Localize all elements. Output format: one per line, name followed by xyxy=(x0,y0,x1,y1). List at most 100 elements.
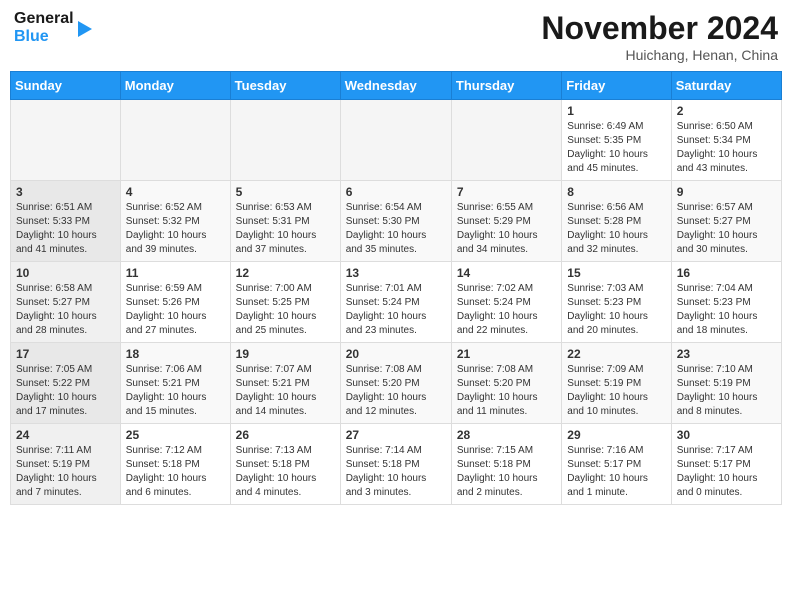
day-number: 5 xyxy=(236,185,335,199)
day-number: 22 xyxy=(567,347,665,361)
day-info: Sunrise: 7:03 AM Sunset: 5:23 PM Dayligh… xyxy=(567,282,665,338)
calendar-week-row: 1 Sunrise: 6:49 AM Sunset: 5:35 PM Daylig… xyxy=(11,100,782,181)
day-number: 15 xyxy=(567,266,665,280)
calendar-day-cell: 25 Sunrise: 7:12 AM Sunset: 5:18 PM Dayli… xyxy=(120,424,230,505)
day-info: Sunrise: 7:07 AM Sunset: 5:21 PM Dayligh… xyxy=(236,363,335,419)
day-info: Sunrise: 6:58 AM Sunset: 5:27 PM Dayligh… xyxy=(16,282,115,338)
day-info: Sunrise: 7:15 AM Sunset: 5:18 PM Dayligh… xyxy=(457,444,556,500)
logo-general-text: General xyxy=(14,10,74,28)
day-info: Sunrise: 7:14 AM Sunset: 5:18 PM Dayligh… xyxy=(346,444,446,500)
day-number: 4 xyxy=(126,185,225,199)
day-number: 27 xyxy=(346,428,446,442)
calendar-day-cell: 3Sunrise: 6:51 AM Sunset: 5:33 PM Daylig… xyxy=(11,181,121,262)
calendar-day-cell: 21Sunrise: 7:08 AM Sunset: 5:20 PM Dayli… xyxy=(451,343,561,424)
day-info: Sunrise: 6:53 AM Sunset: 5:31 PM Dayligh… xyxy=(236,201,335,257)
day-number: 12 xyxy=(236,266,335,280)
day-number: 18 xyxy=(126,347,225,361)
calendar-week-row: 17Sunrise: 7:05 AM Sunset: 5:22 PM Dayli… xyxy=(11,343,782,424)
calendar-day-cell: 18 Sunrise: 7:06 AM Sunset: 5:21 PM Dayli… xyxy=(120,343,230,424)
calendar-day-cell: 7 Sunrise: 6:55 AM Sunset: 5:29 PM Daylig… xyxy=(451,181,561,262)
calendar-day-cell: 10Sunrise: 6:58 AM Sunset: 5:27 PM Dayli… xyxy=(11,262,121,343)
day-info: Sunrise: 7:06 AM Sunset: 5:21 PM Dayligh… xyxy=(126,363,225,419)
day-info: Sunrise: 6:52 AM Sunset: 5:32 PM Dayligh… xyxy=(126,201,225,257)
logo-blue-text: Blue xyxy=(14,28,74,46)
day-info: Sunrise: 6:50 AM Sunset: 5:34 PM Dayligh… xyxy=(677,120,776,176)
calendar-day-cell: 20 Sunrise: 7:08 AM Sunset: 5:20 PM Dayli… xyxy=(340,343,451,424)
calendar-day-cell: 5 Sunrise: 6:53 AM Sunset: 5:31 PM Daylig… xyxy=(230,181,340,262)
day-info: Sunrise: 7:00 AM Sunset: 5:25 PM Dayligh… xyxy=(236,282,335,338)
day-number: 25 xyxy=(126,428,225,442)
day-of-week-header: Thursday xyxy=(451,72,561,100)
calendar-day-cell: 22 Sunrise: 7:09 AM Sunset: 5:19 PM Dayli… xyxy=(562,343,671,424)
day-info: Sunrise: 7:17 AM Sunset: 5:17 PM Dayligh… xyxy=(677,444,776,500)
day-of-week-header: Saturday xyxy=(671,72,781,100)
day-info: Sunrise: 6:56 AM Sunset: 5:28 PM Dayligh… xyxy=(567,201,665,257)
day-number: 9 xyxy=(677,185,776,199)
day-number: 2 xyxy=(677,104,776,118)
day-info: Sunrise: 7:11 AM Sunset: 5:19 PM Dayligh… xyxy=(16,444,115,500)
calendar-day-cell: 11 Sunrise: 6:59 AM Sunset: 5:26 PM Dayli… xyxy=(120,262,230,343)
month-year-title: November 2024 xyxy=(541,10,778,47)
calendar-body: 1 Sunrise: 6:49 AM Sunset: 5:35 PM Daylig… xyxy=(11,100,782,505)
day-number: 16 xyxy=(677,266,776,280)
calendar-day-cell: 17Sunrise: 7:05 AM Sunset: 5:22 PM Dayli… xyxy=(11,343,121,424)
calendar-day-cell: 27 Sunrise: 7:14 AM Sunset: 5:18 PM Dayli… xyxy=(340,424,451,505)
day-info: Sunrise: 7:08 AM Sunset: 5:20 PM Dayligh… xyxy=(346,363,446,419)
day-number: 20 xyxy=(346,347,446,361)
days-of-week-row: SundayMondayTuesdayWednesdayThursdayFrid… xyxy=(11,72,782,100)
calendar-day-cell: 16Sunrise: 7:04 AM Sunset: 5:23 PM Dayli… xyxy=(671,262,781,343)
calendar-day-cell: 28Sunrise: 7:15 AM Sunset: 5:18 PM Dayli… xyxy=(451,424,561,505)
day-info: Sunrise: 6:55 AM Sunset: 5:29 PM Dayligh… xyxy=(457,201,556,257)
day-info: Sunrise: 6:51 AM Sunset: 5:33 PM Dayligh… xyxy=(16,201,115,257)
day-number: 17 xyxy=(16,347,115,361)
day-number: 1 xyxy=(567,104,665,118)
day-info: Sunrise: 6:49 AM Sunset: 5:35 PM Dayligh… xyxy=(567,120,665,176)
calendar-table: SundayMondayTuesdayWednesdayThursdayFrid… xyxy=(10,71,782,505)
day-number: 14 xyxy=(457,266,556,280)
calendar-week-row: 10Sunrise: 6:58 AM Sunset: 5:27 PM Dayli… xyxy=(11,262,782,343)
calendar-day-cell: 12 Sunrise: 7:00 AM Sunset: 5:25 PM Dayli… xyxy=(230,262,340,343)
calendar-day-cell: 2 Sunrise: 6:50 AM Sunset: 5:34 PM Daylig… xyxy=(671,100,781,181)
day-info: Sunrise: 6:57 AM Sunset: 5:27 PM Dayligh… xyxy=(677,201,776,257)
day-number: 29 xyxy=(567,428,665,442)
day-of-week-header: Tuesday xyxy=(230,72,340,100)
day-info: Sunrise: 6:54 AM Sunset: 5:30 PM Dayligh… xyxy=(346,201,446,257)
day-number: 19 xyxy=(236,347,335,361)
calendar-day-cell: 24 Sunrise: 7:11 AM Sunset: 5:19 PM Dayli… xyxy=(11,424,121,505)
day-number: 6 xyxy=(346,185,446,199)
calendar-week-row: 24 Sunrise: 7:11 AM Sunset: 5:19 PM Dayli… xyxy=(11,424,782,505)
day-info: Sunrise: 7:13 AM Sunset: 5:18 PM Dayligh… xyxy=(236,444,335,500)
calendar-week-row: 3Sunrise: 6:51 AM Sunset: 5:33 PM Daylig… xyxy=(11,181,782,262)
calendar-day-cell: 26Sunrise: 7:13 AM Sunset: 5:18 PM Dayli… xyxy=(230,424,340,505)
day-of-week-header: Sunday xyxy=(11,72,121,100)
day-number: 8 xyxy=(567,185,665,199)
day-of-week-header: Friday xyxy=(562,72,671,100)
day-info: Sunrise: 7:16 AM Sunset: 5:17 PM Dayligh… xyxy=(567,444,665,500)
day-of-week-header: Monday xyxy=(120,72,230,100)
calendar-day-cell xyxy=(11,100,121,181)
page-header: General Blue November 2024 Huichang, Hen… xyxy=(10,10,782,63)
day-info: Sunrise: 7:08 AM Sunset: 5:20 PM Dayligh… xyxy=(457,363,556,419)
day-number: 7 xyxy=(457,185,556,199)
calendar-day-cell: 30 Sunrise: 7:17 AM Sunset: 5:17 PM Dayli… xyxy=(671,424,781,505)
day-info: Sunrise: 7:09 AM Sunset: 5:19 PM Dayligh… xyxy=(567,363,665,419)
location-subtitle: Huichang, Henan, China xyxy=(541,47,778,63)
day-info: Sunrise: 7:02 AM Sunset: 5:24 PM Dayligh… xyxy=(457,282,556,338)
calendar-day-cell xyxy=(340,100,451,181)
calendar-day-cell: 19 Sunrise: 7:07 AM Sunset: 5:21 PM Dayli… xyxy=(230,343,340,424)
calendar-day-cell xyxy=(230,100,340,181)
day-number: 24 xyxy=(16,428,115,442)
calendar-day-cell: 4 Sunrise: 6:52 AM Sunset: 5:32 PM Daylig… xyxy=(120,181,230,262)
calendar-day-cell: 8 Sunrise: 6:56 AM Sunset: 5:28 PM Daylig… xyxy=(562,181,671,262)
day-number: 30 xyxy=(677,428,776,442)
day-number: 11 xyxy=(126,266,225,280)
day-info: Sunrise: 6:59 AM Sunset: 5:26 PM Dayligh… xyxy=(126,282,225,338)
day-of-week-header: Wednesday xyxy=(340,72,451,100)
calendar-day-cell: 15 Sunrise: 7:03 AM Sunset: 5:23 PM Dayli… xyxy=(562,262,671,343)
title-section: November 2024 Huichang, Henan, China xyxy=(541,10,778,63)
day-number: 23 xyxy=(677,347,776,361)
calendar-day-cell xyxy=(120,100,230,181)
day-info: Sunrise: 7:12 AM Sunset: 5:18 PM Dayligh… xyxy=(126,444,225,500)
calendar-day-cell: 23Sunrise: 7:10 AM Sunset: 5:19 PM Dayli… xyxy=(671,343,781,424)
calendar-day-cell: 9 Sunrise: 6:57 AM Sunset: 5:27 PM Daylig… xyxy=(671,181,781,262)
